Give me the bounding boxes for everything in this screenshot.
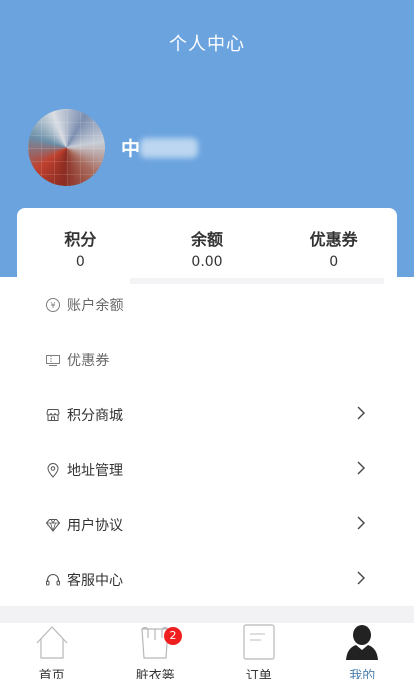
laundry-count-badge: 2 xyxy=(164,627,182,645)
home-icon xyxy=(36,626,68,659)
location-pin-icon xyxy=(45,462,61,478)
tab-orders[interactable]: 订单 xyxy=(207,623,311,679)
store-icon xyxy=(45,407,61,423)
menu-item-address-management[interactable]: 地址管理 xyxy=(0,442,414,497)
svg-text:¥: ¥ xyxy=(50,301,55,310)
tab-label: 脏衣篓 xyxy=(135,669,175,679)
name-redaction-blur xyxy=(140,138,198,158)
menu-item-label: 积分商城 xyxy=(67,407,123,424)
stat-points-value: 0 xyxy=(75,254,85,270)
stats-card: 积分 0 余额 0.00 优惠券 0 xyxy=(17,208,397,278)
coupon-icon xyxy=(45,352,61,368)
tab-label: 首页 xyxy=(38,669,65,679)
tab-label: 我的 xyxy=(349,669,376,679)
page-title: 个人中心 xyxy=(169,34,245,55)
tabbar-separator xyxy=(0,606,414,623)
menu-item-user-agreement[interactable]: 用户协议 xyxy=(0,497,414,552)
tab-laundry-basket[interactable]: 脏衣篓 xyxy=(104,623,208,679)
profile-icon xyxy=(346,625,379,660)
menu-item-points-mall[interactable]: 积分商城 xyxy=(0,387,414,442)
stat-coupons[interactable]: 优惠券 0 xyxy=(270,208,397,278)
menu-item-label: 客服中心 xyxy=(67,572,123,589)
chevron-right-icon xyxy=(357,571,365,585)
menu-item-label: 用户协议 xyxy=(67,517,123,534)
headset-icon xyxy=(45,572,61,588)
chevron-right-icon xyxy=(357,516,365,530)
stat-balance[interactable]: 余额 0.00 xyxy=(144,208,271,278)
stat-balance-label: 余额 xyxy=(191,230,224,249)
diamond-icon xyxy=(45,517,61,533)
order-document-icon xyxy=(243,624,275,660)
user-name: 中 xyxy=(121,138,141,160)
menu-list: ¥ 账户余额 优惠券 积分商城 地址管理 用户协议 客服中心 xyxy=(0,277,414,607)
bottom-tab-bar: 首页 脏衣篓 订单 我的 xyxy=(0,623,414,679)
tab-home[interactable]: 首页 xyxy=(0,623,104,679)
menu-item-coupons[interactable]: 优惠券 xyxy=(0,332,414,387)
menu-item-label: 地址管理 xyxy=(67,462,123,479)
menu-item-customer-service[interactable]: 客服中心 xyxy=(0,552,414,607)
chevron-right-icon xyxy=(357,461,365,475)
stat-coupons-label: 优惠券 xyxy=(309,230,358,249)
stat-points-label: 积分 xyxy=(64,230,97,249)
user-avatar[interactable] xyxy=(28,109,105,186)
stat-coupons-value: 0 xyxy=(329,254,339,270)
yen-wallet-icon: ¥ xyxy=(45,297,61,313)
tab-profile[interactable]: 我的 xyxy=(311,623,414,679)
menu-item-label: 优惠券 xyxy=(67,352,110,369)
stat-points[interactable]: 积分 0 xyxy=(17,208,144,278)
menu-item-account-balance[interactable]: ¥ 账户余额 xyxy=(0,277,414,332)
chevron-right-icon xyxy=(357,406,365,420)
menu-item-label: 账户余额 xyxy=(67,297,124,314)
stat-balance-value: 0.00 xyxy=(191,254,223,270)
tab-label: 订单 xyxy=(245,669,272,679)
